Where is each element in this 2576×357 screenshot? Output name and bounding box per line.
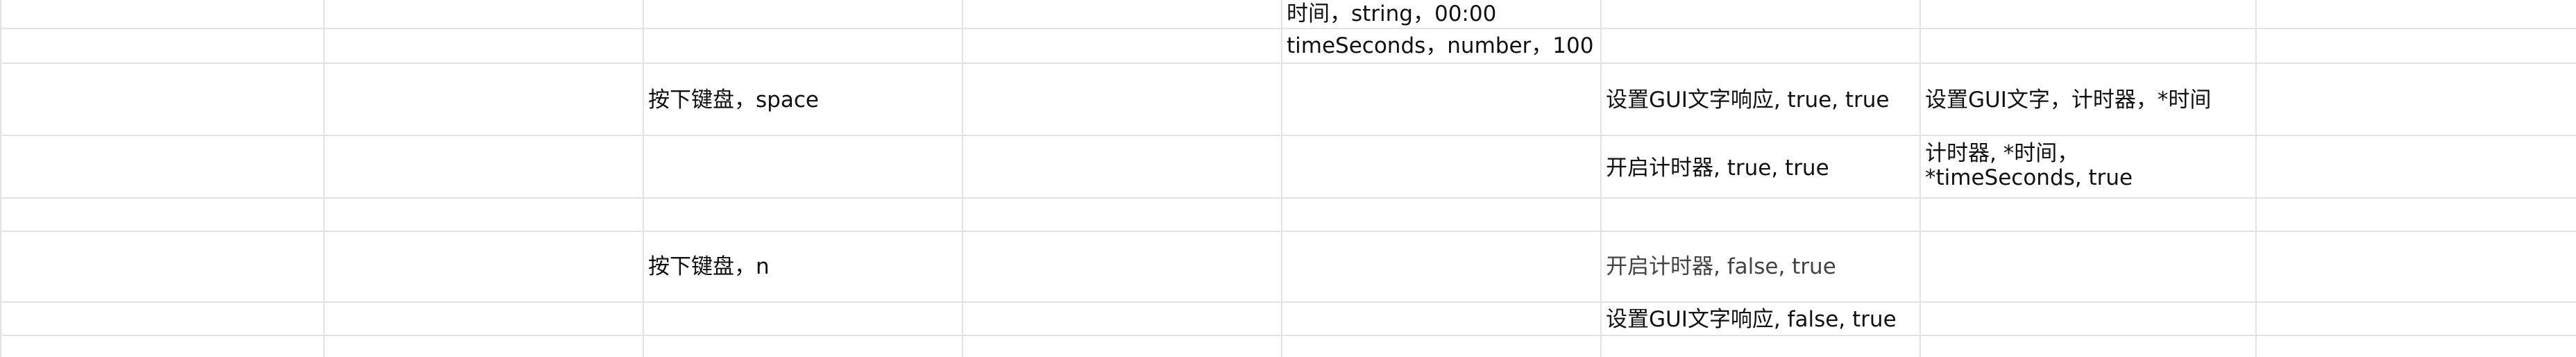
- spreadsheet-grid: 时间，string，00:00 timeSeconds，number，100 按…: [0, 0, 2576, 357]
- column-divider: [962, 0, 963, 357]
- row-divider: [0, 197, 2576, 199]
- row-divider: [0, 335, 2576, 336]
- row-divider: [0, 301, 2576, 303]
- row-divider: [0, 231, 2576, 232]
- table-cell-text: 按下键盘，n: [648, 254, 770, 279]
- table-cell-text: timeSeconds，number，100: [1287, 33, 1594, 58]
- column-divider: [323, 0, 325, 357]
- table-cell-text: 开启计时器, true, true: [1606, 156, 1829, 181]
- table-cell-text: 按下键盘，space: [648, 88, 819, 113]
- column-divider: [0, 0, 1, 357]
- table-cell-text: 设置GUI文字，计时器，*时间: [1925, 88, 2212, 113]
- column-divider: [643, 0, 644, 357]
- table-cell-text: 设置GUI文字响应, true, true: [1606, 88, 1890, 113]
- table-cell-text: 计时器, *时间， *timeSeconds, true: [1925, 141, 2133, 190]
- column-divider: [2255, 0, 2257, 357]
- table-cell-text: 设置GUI文字响应, false, true: [1606, 307, 1897, 332]
- table-cell-text: 开启计时器, false, true: [1606, 254, 1836, 279]
- table-cell-text: 时间，string，00:00: [1287, 1, 1497, 26]
